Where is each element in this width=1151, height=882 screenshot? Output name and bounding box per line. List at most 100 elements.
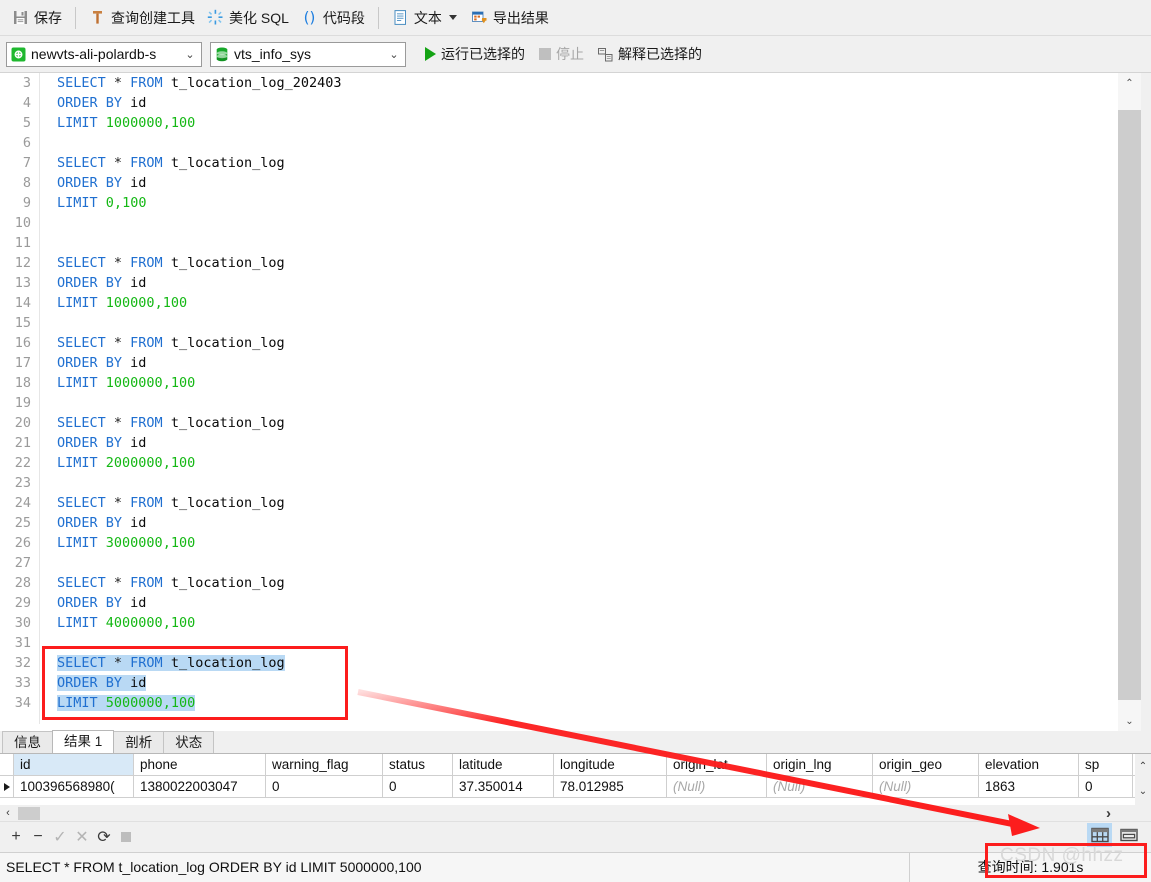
table-row[interactable]: 100396568980(1380022003047 0 0 37.350014 78.… xyxy=(0,776,1151,798)
scrollbar-thumb[interactable] xyxy=(1118,110,1141,700)
grid-cell[interactable]: 100396568980( xyxy=(14,776,134,797)
code-line[interactable]: LIMIT 0,100 xyxy=(41,193,1118,213)
code-line[interactable]: LIMIT 100000,100 xyxy=(41,293,1118,313)
grid-cell[interactable]: 0 xyxy=(1079,776,1133,797)
line-number: 22 xyxy=(14,455,31,471)
scroll-left-icon[interactable]: ‹ xyxy=(0,807,16,819)
result-tab-1[interactable]: 结果 1 xyxy=(52,730,115,753)
editor-right-pad xyxy=(1141,73,1151,731)
code-line[interactable]: SELECT * FROM t_location_log xyxy=(41,653,1118,673)
grid-body[interactable]: 100396568980(1380022003047 0 0 37.350014 78.… xyxy=(0,776,1151,798)
code-line[interactable] xyxy=(41,473,1118,493)
code-line[interactable]: LIMIT 1000000,100 xyxy=(41,373,1118,393)
code-line[interactable]: SELECT * FROM t_location_log xyxy=(41,153,1118,173)
grid-cell[interactable]: 1863 xyxy=(979,776,1079,797)
grid-cell[interactable]: (Null) xyxy=(873,776,979,797)
line-number: 30 xyxy=(14,615,31,631)
grid-cell[interactable]: (Null) xyxy=(667,776,767,797)
code-token: 100 xyxy=(170,535,196,551)
chevron-down-icon[interactable]: ⌄ xyxy=(181,48,199,61)
code-line[interactable] xyxy=(41,313,1118,333)
code-line[interactable]: LIMIT 4000000,100 xyxy=(41,613,1118,633)
editor-vertical-scrollbar[interactable]: ⌃ ⌄ xyxy=(1118,73,1141,731)
grid-column-header[interactable]: latitude xyxy=(453,754,554,775)
scroll-down-icon[interactable]: ⌄ xyxy=(1118,711,1141,731)
grid-column-header[interactable]: id xyxy=(14,754,134,775)
database-select[interactable]: vts_info_sys ⌄ xyxy=(210,41,406,67)
code-line[interactable]: SELECT * FROM t_location_log xyxy=(41,493,1118,513)
scroll-up-icon[interactable]: ⌃ xyxy=(1118,73,1141,93)
explain-selected-button[interactable]: 解释已选择的 xyxy=(591,41,709,67)
sql-code-area[interactable]: SELECT * FROM t_location_log_202403 ORDER… xyxy=(41,73,1118,731)
grid-cell[interactable]: 37.350014 xyxy=(453,776,554,797)
grid-cell[interactable]: 1380022003047 xyxy=(134,776,266,797)
add-record-icon[interactable]: + xyxy=(5,826,27,848)
grid-column-header[interactable]: status xyxy=(383,754,453,775)
code-line[interactable] xyxy=(41,393,1118,413)
code-line[interactable] xyxy=(41,213,1118,233)
grid-vertical-scrollbar[interactable]: ⌃ ⌄ xyxy=(1135,754,1151,805)
chevron-down-icon[interactable] xyxy=(448,15,457,20)
grid-column-header[interactable]: origin_lat xyxy=(667,754,767,775)
code-line[interactable]: LIMIT 3000000,100 xyxy=(41,533,1118,553)
code-line[interactable]: ORDER BY id xyxy=(41,433,1118,453)
code-line[interactable]: ORDER BY id xyxy=(41,673,1118,693)
code-line[interactable]: LIMIT 1000000,100 xyxy=(41,113,1118,133)
text-button[interactable]: 文本 xyxy=(386,5,465,31)
chevron-down-icon[interactable]: ⌄ xyxy=(385,48,403,61)
code-line[interactable] xyxy=(41,133,1118,153)
scroll-down-icon[interactable]: ⌄ xyxy=(1135,779,1151,804)
code-line[interactable] xyxy=(41,553,1118,573)
grid-column-header[interactable]: warning_flag xyxy=(266,754,383,775)
refresh-icon[interactable]: ⟳ xyxy=(93,826,115,848)
grid-horizontal-scrollbar[interactable]: ‹ › xyxy=(0,805,1151,822)
grid-column-header[interactable]: sp xyxy=(1079,754,1133,775)
grid-column-header[interactable]: phone xyxy=(134,754,266,775)
save-button[interactable]: 保存 xyxy=(6,5,68,31)
beautify-sql-button[interactable]: 美化 SQL xyxy=(201,5,295,31)
code-snippet-button[interactable]: () 代码段 xyxy=(295,5,371,31)
code-line[interactable]: LIMIT 5000000,100 xyxy=(41,693,1118,713)
code-line[interactable]: ORDER BY id xyxy=(41,273,1118,293)
code-line[interactable]: ORDER BY id xyxy=(41,513,1118,533)
code-line[interactable]: ORDER BY id xyxy=(41,93,1118,113)
code-line[interactable]: SELECT * FROM t_location_log_202403 xyxy=(41,73,1118,93)
grid-column-header[interactable]: elevation xyxy=(979,754,1079,775)
grid-column-header[interactable]: longitude xyxy=(554,754,667,775)
scroll-right-icon[interactable]: › xyxy=(1106,805,1111,822)
result-tab-2[interactable]: 剖析 xyxy=(113,731,165,753)
code-line[interactable]: LIMIT 2000000,100 xyxy=(41,453,1118,473)
code-line[interactable]: SELECT * FROM t_location_log xyxy=(41,573,1118,593)
grid-column-header[interactable]: origin_lng xyxy=(767,754,873,775)
scroll-up-icon[interactable]: ⌃ xyxy=(1135,754,1151,779)
line-number: 17 xyxy=(14,355,31,371)
grid-cell[interactable]: (Null) xyxy=(767,776,873,797)
grid-cell[interactable]: 0 xyxy=(383,776,453,797)
grid-column-header[interactable]: origin_geo xyxy=(873,754,979,775)
line-number: 4 xyxy=(22,95,31,111)
code-line[interactable]: SELECT * FROM t_location_log xyxy=(41,253,1118,273)
query-builder-button[interactable]: 查询创建工具 xyxy=(83,5,201,31)
grid-view-icon[interactable] xyxy=(1087,823,1112,847)
code-line[interactable]: ORDER BY id xyxy=(41,593,1118,613)
form-view-icon[interactable] xyxy=(1116,823,1141,847)
grid-cell[interactable]: 0 xyxy=(266,776,383,797)
code-line[interactable] xyxy=(41,233,1118,253)
connection-select[interactable]: newvts-ali-polardb-s ⌄ xyxy=(6,41,202,67)
delete-record-icon[interactable]: − xyxy=(27,826,49,848)
result-tab-3[interactable]: 状态 xyxy=(163,731,215,753)
code-line[interactable]: SELECT * FROM t_location_log xyxy=(41,333,1118,353)
code-line[interactable]: ORDER BY id xyxy=(41,173,1118,193)
grid-cell[interactable]: 78.012985 xyxy=(554,776,667,797)
result-tab-0[interactable]: 信息 xyxy=(2,731,53,753)
result-grid[interactable]: id phone warning_flag status latitude longitu… xyxy=(0,754,1151,805)
editor-horizontal-scrollbar[interactable] xyxy=(0,724,1118,731)
code-line[interactable]: ORDER BY id xyxy=(41,353,1118,373)
scrollbar-thumb[interactable] xyxy=(18,806,40,820)
sql-editor[interactable]: 3 4 5 6 7 8 9 10 11 12 13 14 15 16 17 18 19 20 21 22 23 24 25 2… xyxy=(0,73,1118,731)
export-result-button[interactable]: 导出结果 xyxy=(465,5,555,31)
run-selected-button[interactable]: 运行已选择的 xyxy=(418,41,532,67)
code-line[interactable]: SELECT * FROM t_location_log xyxy=(41,413,1118,433)
code-token: ORDER BY xyxy=(57,355,123,371)
code-line[interactable] xyxy=(41,633,1118,653)
